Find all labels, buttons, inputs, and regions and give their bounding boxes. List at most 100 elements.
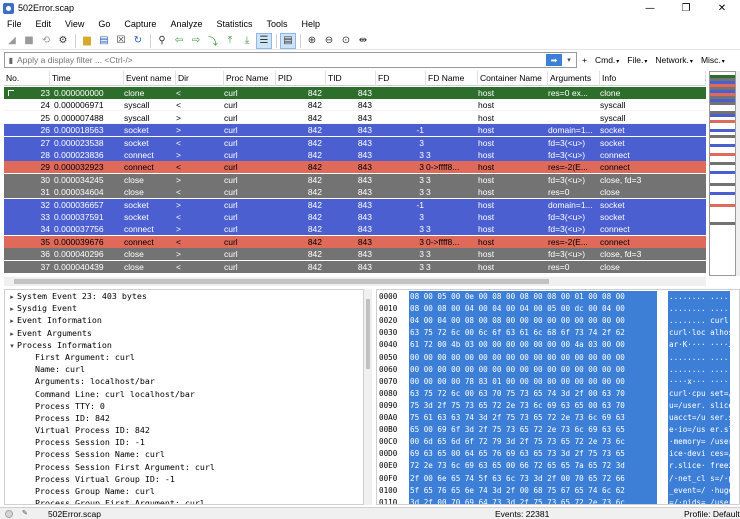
column-header-arguments[interactable]: Arguments [548, 71, 600, 86]
scrollbar-thumb[interactable] [366, 299, 370, 369]
tree-item[interactable]: Process Session Name: curl [5, 448, 363, 460]
event-list-horizontal-scrollbar[interactable] [4, 277, 706, 286]
display-filter-input[interactable] [17, 53, 532, 67]
table-row[interactable]: 34 0.000037756 connect > curl 842 843 3 3 host fd=… [4, 223, 706, 236]
table-row[interactable]: 33 0.000037591 socket < curl 842 843 3 host fd=3(… [4, 211, 706, 223]
menu-capture[interactable]: Capture [117, 19, 163, 29]
go-forward-icon[interactable]: ⇨ [188, 33, 204, 49]
column-header-dir[interactable]: Dir [176, 71, 224, 86]
menu-help[interactable]: Help [295, 19, 328, 29]
zoom-out-icon[interactable]: ⊖ [321, 33, 337, 49]
add-filter-button[interactable]: + [582, 55, 587, 65]
table-row[interactable]: 23 0.000000000 clone < curl 842 843 host res=0 e… [4, 87, 706, 99]
hex-row[interactable]: 0020 04 00 04 00 08 00 08 00 00 00 00 00 … [377, 315, 739, 328]
hex-row[interactable]: 0080 63 75 72 6c 00 63 70 75 73 65 74 3d … [377, 387, 739, 400]
table-row[interactable]: 37 0.000040439 close < curl 842 843 3 3 host res=0… [4, 260, 706, 273]
normal-size-icon[interactable]: ⊙ [338, 33, 354, 49]
go-last-icon[interactable]: ⤓ [239, 33, 255, 49]
column-header-time[interactable]: Time [50, 71, 124, 86]
misc-filter-button[interactable]: Misc.▾ [701, 55, 725, 65]
table-row[interactable]: 32 0.000036657 socket > curl 842 843 -1 host doma… [4, 198, 706, 211]
column-header-pid[interactable]: PID [276, 71, 326, 86]
column-header-tid[interactable]: TID [326, 71, 376, 86]
reload-file-icon[interactable]: ↻ [130, 33, 146, 49]
close-file-icon[interactable]: ☒ [113, 33, 129, 49]
table-row[interactable]: 24 0.000006971 syscall < curl 842 843 host sysca… [4, 99, 706, 112]
restart-capture-icon[interactable]: ⟲ [38, 33, 54, 49]
tree-item[interactable]: Process Session ID: -1 [5, 436, 363, 448]
table-row[interactable]: 27 0.000023538 socket < curl 842 843 3 host fd=3(… [4, 136, 706, 149]
tree-item[interactable]: ▸ Event Information [5, 314, 363, 326]
tree-item[interactable]: Process Virtual Group ID: -1 [5, 473, 363, 485]
table-row[interactable]: 26 0.000018563 socket > curl 842 843 -1 host doma… [4, 124, 706, 137]
hex-row[interactable]: 0030 63 75 72 6c 00 6c 6f 63 61 6c 68 6f … [377, 327, 739, 340]
restore-button[interactable]: ❐ [668, 0, 704, 16]
resize-columns-icon[interactable]: ⇹ [355, 33, 371, 49]
table-row[interactable]: 25 0.000007488 syscall > curl 842 843 host sysca… [4, 111, 706, 124]
column-header-event-name[interactable]: Event name [124, 71, 176, 86]
tree-item[interactable]: Process TTY: 0 [5, 400, 363, 412]
chevron-right-icon[interactable]: ▸ [7, 328, 17, 340]
column-header-no[interactable]: No. [4, 71, 50, 86]
hex-dump-pane[interactable]: 0000 08 00 05 00 0e 00 08 00 08 00 08 00 … [376, 289, 740, 505]
event-list-vertical-scrollbar[interactable] [736, 71, 740, 276]
hex-row[interactable]: 00F0 2f 00 6e 65 74 5f 63 6c 73 3d 2f 00 … [377, 472, 739, 485]
table-row[interactable]: 35 0.000039676 connect < curl 842 843 3 0->ffff8… [4, 235, 706, 248]
menu-go[interactable]: Go [91, 19, 117, 29]
hex-row[interactable]: 00E0 72 2e 73 6c 69 63 65 00 66 72 65 65 … [377, 460, 739, 473]
cmd-filter-button[interactable]: Cmd.▾ [595, 55, 619, 65]
chevron-down-icon[interactable]: ▾ [564, 54, 574, 66]
close-button[interactable]: ✕ [704, 0, 740, 16]
hex-row[interactable]: 0000 08 00 05 00 0e 00 08 00 08 00 08 00 … [377, 291, 739, 304]
hex-row[interactable]: 00C0 00 6d 65 6d 6f 72 79 3d 2f 75 73 65 … [377, 436, 739, 449]
menu-file[interactable]: File [0, 19, 29, 29]
status-profile[interactable]: Profile: Default [684, 508, 740, 519]
apply-filter-button[interactable]: ➡ [546, 54, 562, 66]
go-to-packet-icon[interactable]: ⤵ [205, 33, 221, 49]
colorize-icon[interactable]: ▤ [280, 32, 296, 49]
tree-item[interactable]: Process Group First Argument: curl [5, 497, 363, 504]
chevron-down-icon[interactable]: ▾ [7, 340, 17, 352]
chevron-right-icon[interactable]: ▸ [7, 315, 17, 327]
menu-view[interactable]: View [58, 19, 91, 29]
column-header-fd-name[interactable]: FD Name [426, 71, 478, 86]
event-details-tree[interactable]: ▸ System Event 23: 403 bytes ▸ Sysdig Event… [4, 289, 364, 505]
hex-row[interactable]: 00A0 75 61 63 63 74 3d 2f 75 73 65 72 2e … [377, 412, 739, 425]
packet-minimap[interactable] [709, 71, 736, 276]
find-icon[interactable]: ⚲ [154, 33, 170, 49]
table-row[interactable]: 31 0.000034604 close < curl 842 843 3 3 host res=0… [4, 186, 706, 199]
hex-row[interactable]: 00B0 65 00 69 6f 3d 2f 75 73 65 72 2e 73 … [377, 424, 739, 437]
table-row[interactable]: 36 0.000040296 close > curl 842 843 3 3 host fd=3(… [4, 248, 706, 261]
go-first-icon[interactable]: ⤒ [222, 33, 238, 49]
hex-row[interactable]: 0010 08 00 08 00 04 00 04 00 04 00 05 00 … [377, 303, 739, 316]
menu-statistics[interactable]: Statistics [209, 19, 259, 29]
tree-item[interactable]: Name: curl [5, 363, 363, 375]
tree-item[interactable]: Virtual Process ID: 842 [5, 424, 363, 436]
event-list[interactable]: No. Time Event name Dir Proc Name PID TI… [4, 71, 706, 276]
table-row[interactable]: 28 0.000023836 connect > curl 842 843 3 3 host fd=… [4, 149, 706, 161]
tree-item[interactable]: Process Session First Argument: curl [5, 461, 363, 473]
save-file-icon[interactable]: ▤ [96, 33, 112, 49]
hex-row[interactable]: 0100 5f 65 76 65 6e 74 3d 2f 00 68 75 67 … [377, 484, 739, 497]
zoom-in-icon[interactable]: ⊕ [304, 33, 320, 49]
menu-tools[interactable]: Tools [259, 19, 294, 29]
hex-row[interactable]: 0060 00 00 00 00 00 00 00 00 00 00 00 00 … [377, 363, 739, 376]
capture-comment-icon[interactable]: ✎ [22, 510, 32, 518]
column-header-proc-name[interactable]: Proc Name [224, 71, 276, 86]
column-header-container-name[interactable]: Container Name [478, 71, 548, 86]
tree-item[interactable]: Process Group Name: curl [5, 485, 363, 497]
menu-analyze[interactable]: Analyze [163, 19, 209, 29]
tree-item[interactable]: First Argument: curl [5, 351, 363, 363]
hex-row[interactable]: 0050 00 00 00 00 00 00 00 00 00 00 00 00 … [377, 351, 739, 364]
hex-row[interactable]: 0110 3d 2f 00 70 69 64 73 3d 2f 75 73 65 … [377, 496, 739, 504]
bookmark-icon[interactable]: ▮ [5, 53, 17, 67]
hex-row[interactable]: 00D0 69 63 65 00 64 65 76 69 63 65 73 3d … [377, 448, 739, 461]
auto-scroll-icon[interactable]: ☰ [256, 32, 272, 49]
details-vertical-scrollbar[interactable] [364, 289, 372, 505]
stop-capture-icon[interactable]: ■ [21, 33, 37, 49]
tree-item[interactable]: ▾ Process Information [5, 339, 363, 351]
column-header-info[interactable]: Info [600, 71, 706, 86]
tree-item[interactable]: Arguments: localhost/bar [5, 375, 363, 387]
go-back-icon[interactable]: ⇦ [171, 33, 187, 49]
table-row[interactable]: 29 0.000032923 connect < curl 842 843 3 0->ffff8… [4, 161, 706, 174]
